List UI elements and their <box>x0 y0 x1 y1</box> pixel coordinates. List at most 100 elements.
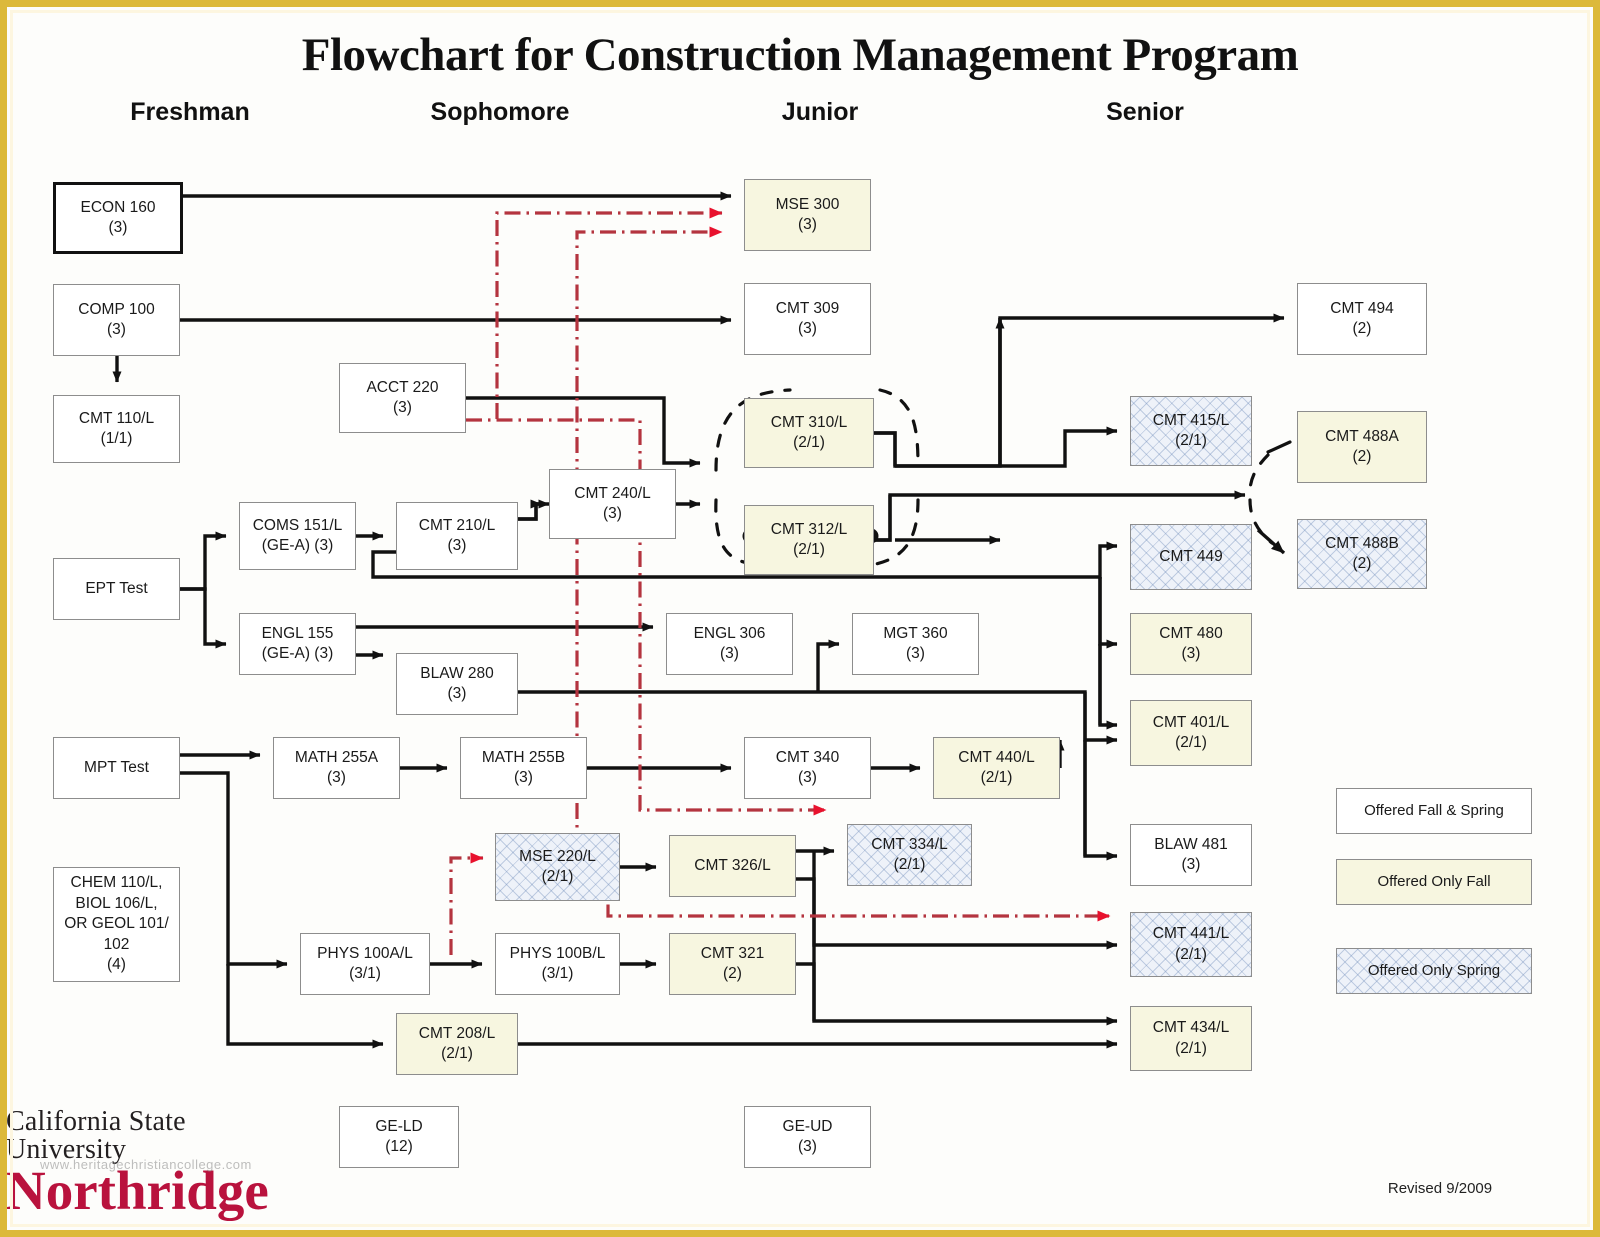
year-label-junior: Junior <box>781 98 859 126</box>
box-cmt-494: CMT 494 (2) <box>1297 283 1427 355</box>
box-cmt-401l-line-1: CMT 401/L <box>1152 713 1230 731</box>
box-ge-ud: GE-UD (3) <box>744 1106 871 1168</box>
box-cmt-480-credits: (3) <box>1181 645 1201 662</box>
box-cmt-312l-credits: (2/1) <box>793 541 825 558</box>
box-ge-ud-credits: (3) <box>798 1138 817 1155</box>
box-cmt-340: CMT 340 (3) <box>744 737 871 799</box>
box-cmt-334l-credits: (2/1) <box>893 856 926 873</box>
logo-line-2: Northridge <box>6 1160 269 1221</box>
page-title: Flowchart for Construction Management Pr… <box>301 29 1299 81</box>
box-cmt-321: CMT 321 (2) <box>669 933 796 995</box>
box-offered-only-fall: Offered Only Fall <box>1336 859 1532 905</box>
box-cmt-312l-line-1: CMT 312/L <box>770 520 848 538</box>
box-cmt-480: CMT 480 (3) <box>1130 613 1252 675</box>
box-cmt-440l: CMT 440/L (2/1) <box>933 737 1060 799</box>
box-cmt-434l-credits: (2/1) <box>1175 1039 1207 1057</box>
box-offered-only-spring: Offered Only Spring <box>1336 948 1532 994</box>
box-cmt-434l-line-1: CMT 434/L <box>1152 1019 1230 1037</box>
box-phys-100al-line-1: PHYS 100A/L <box>317 944 413 962</box>
box-math-255a-line-1: MATH 255A <box>294 748 379 766</box>
box-cmt-441l: CMT 441/L (2/1) <box>1130 912 1252 977</box>
box-cmt-494-credits: (2) <box>1352 320 1372 337</box>
box-blaw-481-credits: (3) <box>1181 856 1201 873</box>
box-cmt-240l-line-1: CMT 240/L <box>574 484 651 502</box>
box-ept-test: EPT Test <box>53 558 180 620</box>
box-mse-300-line-1: MSE 300 <box>775 195 840 213</box>
box-cmt-310l: CMT 310/L (2/1) <box>744 398 874 468</box>
box-cmt-321-credits: (2) <box>723 965 742 982</box>
box-blaw-280: BLAW 280 (3) <box>396 653 518 715</box>
flowchart-page: Flowchart for Construction Management Pr… <box>0 0 1600 1237</box>
box-mgt-360-line-1: MGT 360 <box>883 624 948 642</box>
box-cmt-401l: CMT 401/L (2/1) <box>1130 700 1252 766</box>
box-cmt-488a-line-1: CMT 488A <box>1325 427 1399 445</box>
box-offered-only-spring-line-1: Offered Only Spring <box>1367 962 1501 980</box>
box-math-255a: MATH 255A (3) <box>273 737 400 799</box>
box-econ-160-line-1: ECON 160 <box>80 198 156 216</box>
box-coms-151l-line-1: COMS 151/L <box>252 516 343 534</box>
box-cmt-326l: CMT 326/L <box>669 835 796 897</box>
box-ge-ld-line-1: GE-LD <box>375 1117 423 1135</box>
box-ge-ld: GE-LD (12) <box>339 1106 459 1168</box>
box-cmt-208l-credits: (2/1) <box>441 1045 473 1062</box>
box-coms-151l-credits: (GE-A) (3) <box>261 537 334 554</box>
box-phys-100al-credits: (3/1) <box>349 965 381 982</box>
box-engl-306: ENGL 306 (3) <box>666 613 793 675</box>
box-mse-300-credits: (3) <box>798 216 817 233</box>
box-cmt-208l: CMT 208/L (2/1) <box>396 1013 518 1075</box>
box-cmt-326l-line-1: CMT 326/L <box>694 856 771 874</box>
box-acct-220: ACCT 220 (3) <box>339 363 466 433</box>
box-econ-160: ECON 160 (3) <box>53 182 183 254</box>
logo-line-1: California State University <box>6 1106 186 1165</box>
box-cmt-434l: CMT 434/L (2/1) <box>1130 1006 1252 1071</box>
box-blaw-481-line-1: BLAW 481 <box>1154 835 1228 853</box>
box-comp-100-credits: (3) <box>107 321 126 338</box>
box-cmt-334l-line-1: CMT 334/L <box>871 835 948 853</box>
box-cmt-309-line-1: CMT 309 <box>775 299 840 317</box>
watermark-text: www.heritagechristiancollege.com <box>40 1157 252 1172</box>
box-cmt-340-credits: (3) <box>798 769 817 786</box>
box-cmt-494-line-1: CMT 494 <box>1330 299 1394 317</box>
box-offered-only-fall-line-1: Offered Only Fall <box>1377 873 1491 891</box>
box-cmt-415l: CMT 415/L (2/1) <box>1130 396 1252 466</box>
box-cmt-110l-credits: (1/1) <box>100 430 133 447</box>
box-phys-100bl-line-1: PHYS 100B/L <box>509 944 606 962</box>
box-cmt-401l-credits: (2/1) <box>1175 734 1207 751</box>
box-offered-fall-spring: Offered Fall & Spring <box>1336 788 1532 834</box>
box-mse-220l: MSE 220/L (2/1) <box>495 833 620 901</box>
box-math-255b-credits: (3) <box>514 769 533 786</box>
box-cmt-449: CMT 449 <box>1130 524 1252 590</box>
box-cmt-441l-line-1: CMT 441/L <box>1152 925 1230 943</box>
box-engl-155-credits: (GE-A) (3) <box>261 645 334 662</box>
box-chem-group-line-3: OR GEOL 101/ <box>64 915 169 933</box>
box-math-255a-credits: (3) <box>327 769 346 786</box>
box-mse-300: MSE 300 (3) <box>744 179 871 251</box>
year-label-senior: Senior <box>1106 98 1184 126</box>
box-math-255b: MATH 255B (3) <box>460 737 587 799</box>
box-ge-ld-credits: (12) <box>385 1138 413 1155</box>
box-math-255b-line-1: MATH 255B <box>481 748 566 766</box>
box-cmt-449-line-1: CMT 449 <box>1159 547 1223 565</box>
box-cmt-309-credits: (3) <box>798 320 817 337</box>
box-cmt-210l: CMT 210/L (3) <box>396 502 518 570</box>
box-ept-test-line-1: EPT Test <box>85 579 148 597</box>
box-chem-group-line-4: 102 <box>103 935 130 953</box>
box-mse-220l-credits: (2/1) <box>541 868 574 885</box>
box-cmt-110l-line-1: CMT 110/L <box>78 409 155 427</box>
box-cmt-240l: CMT 240/L (3) <box>549 469 676 539</box>
box-cmt-321-line-1: CMT 321 <box>700 944 765 962</box>
box-offered-fall-spring-line-1: Offered Fall & Spring <box>1364 802 1504 820</box>
box-comp-100-line-1: COMP 100 <box>78 300 155 318</box>
box-blaw-481: BLAW 481 (3) <box>1130 824 1252 886</box>
box-cmt-208l-line-1: CMT 208/L <box>418 1024 496 1042</box>
box-cmt-488b-credits: (2) <box>1352 555 1372 572</box>
box-cmt-312l: CMT 312/L (2/1) <box>744 505 874 575</box>
box-cmt-480-line-1: CMT 480 <box>1159 624 1223 642</box>
box-engl-306-line-1: ENGL 306 <box>693 624 766 642</box>
box-cmt-488b-line-1: CMT 488B <box>1325 534 1399 552</box>
box-cmt-240l-credits: (3) <box>603 505 622 522</box>
box-coms-151l: COMS 151/L (GE-A) (3) <box>239 502 356 570</box>
box-engl-155: ENGL 155 (GE-A) (3) <box>239 613 356 675</box>
box-chem-group-line-2: BIOL 106/L, <box>75 894 158 912</box>
box-chem-group-credits: (4) <box>107 956 126 974</box>
